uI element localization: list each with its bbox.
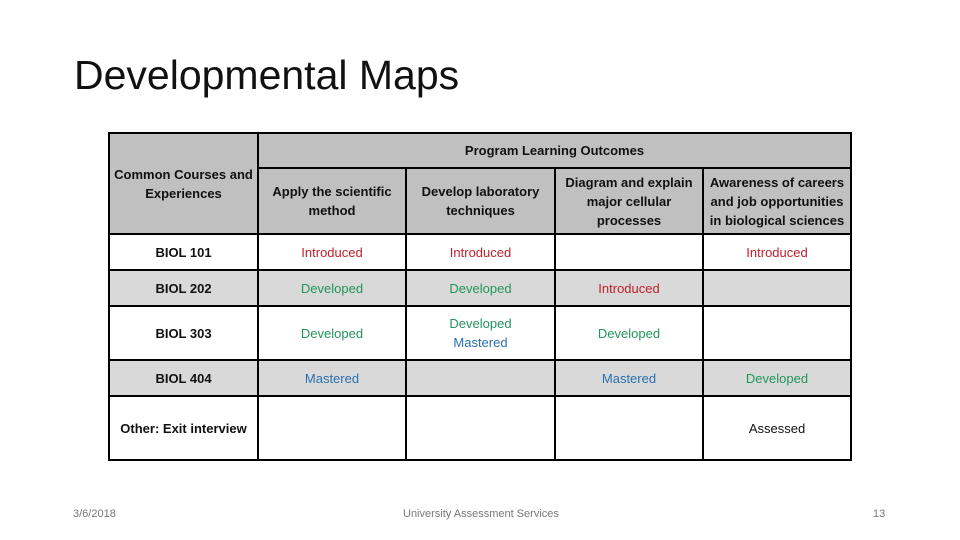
level-label-mastered: Mastered — [304, 370, 360, 386]
course-column-header: Common Courses and Experiences — [108, 132, 259, 235]
table-row: BIOL 404 Mastered Mastered Developed — [108, 359, 852, 397]
level-label-developed: Developed — [300, 325, 364, 341]
outcome-cell: Mastered — [554, 359, 704, 397]
footer-center-text: University Assessment Services — [403, 508, 559, 520]
outcome-cell — [405, 395, 556, 461]
outcome-cell — [405, 359, 556, 397]
level-label-assessed: Assessed — [748, 420, 806, 436]
outcome-cell — [702, 305, 852, 361]
level-label-developed: Developed — [597, 325, 661, 341]
outcome-cell: Developed — [257, 305, 407, 361]
course-cell: BIOL 101 — [108, 233, 259, 271]
header-row-group: Common Courses and Experiences Program L… — [108, 132, 852, 235]
outcome-cell: Introduced — [405, 233, 556, 271]
table-body: BIOL 101 Introduced Introduced Introduced BI… — [108, 233, 852, 461]
developmental-map-table: Common Courses and Experiences Program L… — [108, 132, 852, 461]
outcome-cell — [554, 233, 704, 271]
group-header: Program Learning Outcomes — [257, 132, 852, 169]
outcome-cell: Developed — [554, 305, 704, 361]
outcome-cell — [702, 269, 852, 307]
outcome-cell: Introduced — [554, 269, 704, 307]
outcome-cell: Developed Mastered — [405, 305, 556, 361]
table-row: BIOL 101 Introduced Introduced Introduced — [108, 233, 852, 271]
course-cell: Other: Exit interview — [108, 395, 259, 461]
table-row: BIOL 202 Developed Developed Introduced — [108, 269, 852, 307]
outcome-header-2: Develop laboratory techniques — [405, 167, 556, 235]
level-label-developed: Developed — [300, 280, 364, 296]
footer-date: 3/6/2018 — [73, 508, 116, 520]
outcome-header-1: Apply the scientific method — [257, 167, 407, 235]
course-cell: BIOL 202 — [108, 269, 259, 307]
course-cell: BIOL 404 — [108, 359, 259, 397]
level-label-introduced: Introduced — [449, 244, 512, 260]
level-label-developed: Developed — [449, 316, 512, 331]
outcome-cell: Mastered — [257, 359, 407, 397]
outcome-cell: Developed — [702, 359, 852, 397]
group-header-label: Program Learning Outcomes — [464, 143, 645, 158]
level-label-mastered: Mastered — [601, 370, 657, 386]
table-row: Other: Exit interview Assessed — [108, 395, 852, 461]
level-label-introduced: Introduced — [301, 244, 363, 260]
level-label-developed: Developed — [745, 370, 809, 386]
outcome-header-3: Diagram and explain major cellular proce… — [554, 167, 704, 235]
footer-page-number: 13 — [873, 508, 886, 520]
outcome-cell — [554, 395, 704, 461]
course-cell: BIOL 303 — [108, 305, 259, 361]
table-row: BIOL 303 Developed Developed Mastered Develo… — [108, 305, 852, 361]
outcome-cell: Developed — [405, 269, 556, 307]
outcome-header-4: Awareness of careers and job opportuniti… — [702, 167, 852, 235]
outcome-cell: Developed — [257, 269, 407, 307]
level-label-mastered: Mastered — [453, 335, 508, 350]
outcome-cell: Assessed — [702, 395, 852, 461]
level-label-developed: Developed — [449, 280, 512, 296]
outcome-cell — [257, 395, 407, 461]
outcome-cell: Introduced — [257, 233, 407, 271]
slide-title: Developmental Maps — [74, 52, 460, 98]
course-column-header-label: Common Courses and Experiences — [114, 166, 253, 201]
level-label-introduced: Introduced — [598, 280, 660, 296]
level-label-introduced: Introduced — [746, 244, 808, 260]
outcome-cell: Introduced — [702, 233, 852, 271]
